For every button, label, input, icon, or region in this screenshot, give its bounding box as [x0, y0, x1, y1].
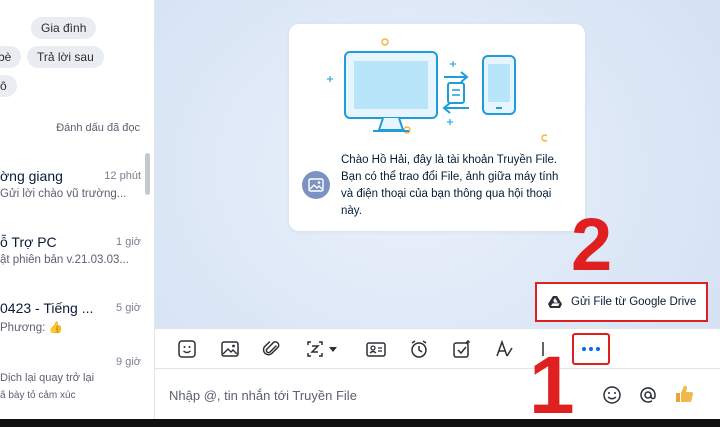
conversation-snippet: Phương: 👍 — [0, 322, 63, 334]
message-input-placeholder[interactable]: Nhập @, tin nhắn tới Truyền File — [169, 388, 357, 403]
conversation-name: ờng giang — [0, 168, 63, 184]
annotation-step-2: 2 — [571, 203, 613, 286]
conversation-name: ỗ Trợ PC — [0, 234, 57, 250]
welcome-message: Chào Hồ Hải, đây là tài khoản Truyền Fil… — [341, 154, 559, 217]
tag-other[interactable]: ô — [0, 75, 17, 97]
composer-toolbar — [155, 328, 720, 369]
more-dot-icon — [589, 347, 593, 351]
tag-family[interactable]: Gia đình — [31, 17, 97, 39]
attach-icon[interactable] — [261, 338, 283, 360]
tag-reply-later[interactable]: Trả lời sau — [27, 46, 104, 68]
image-icon[interactable] — [219, 338, 241, 360]
screenshot-icon[interactable] — [305, 338, 343, 360]
conversation-name: 0423 - Tiếng ... — [0, 300, 94, 316]
conversation-sidebar: Gia đình bè Trả lời sau ô Đánh dấu đã đọ… — [0, 0, 155, 427]
conversation-snippet: ật phiên bản v.21.03.03... — [0, 254, 129, 266]
sticker-icon[interactable] — [176, 338, 198, 360]
conversation-snippet: Gửi lời chào vũ trường... — [0, 188, 127, 200]
conversation-time: 9 giờ — [116, 356, 141, 368]
tag-friends[interactable]: bè — [0, 46, 22, 68]
window-bottom-edge — [0, 419, 720, 427]
mark-all-read-link[interactable]: Đánh dấu đã đọc — [56, 122, 140, 134]
more-options-button[interactable] — [572, 333, 610, 365]
conversation-time: 1 giờ — [116, 236, 141, 248]
emoji-icon[interactable] — [602, 385, 622, 405]
task-icon[interactable] — [451, 338, 473, 360]
more-dot-icon — [596, 347, 600, 351]
send-google-drive-file-button[interactable]: Gửi File từ Google Drive — [535, 282, 708, 322]
conversation-item[interactable]: 0423 - Tiếng ... 5 giờ Phương: 👍 — [0, 300, 154, 360]
mention-icon[interactable] — [638, 385, 658, 405]
conversation-item[interactable]: 9 giờ Dịch lại quay trở lại ã bày tỏ cảm… — [0, 354, 154, 414]
conversation-snippet: ã bày tỏ cảm xúc — [0, 390, 76, 401]
file-transfer-illustration — [327, 38, 547, 142]
conversation-time: 12 phút — [104, 170, 141, 182]
message-input-bar[interactable]: Nhập @, tin nhắn tới Truyền File — [155, 369, 720, 419]
transfer-file-avatar — [302, 171, 330, 199]
conversation-item[interactable]: ỗ Trợ PC 1 giờ ật phiên bản v.21.03.03..… — [0, 234, 154, 294]
annotation-step-1: 1 — [529, 340, 575, 427]
image-icon — [308, 178, 324, 192]
contact-card-icon[interactable] — [365, 338, 387, 360]
google-drive-icon — [548, 296, 562, 308]
conversation-time: 5 giờ — [116, 302, 141, 314]
sidebar-scrollbar[interactable] — [145, 153, 150, 195]
welcome-card: Chào Hồ Hải, đây là tài khoản Truyền Fil… — [289, 24, 585, 231]
thumbs-up-icon[interactable] — [673, 383, 695, 405]
conversation-item[interactable]: ờng giang 12 phút Gửi lời chào vũ trường… — [0, 168, 154, 228]
drive-button-label: Gửi File từ Google Drive — [571, 296, 697, 308]
text-format-icon[interactable] — [493, 338, 515, 360]
conversation-snippet: Dịch lại quay trở lại — [0, 372, 95, 384]
chat-area: Chào Hồ Hải, đây là tài khoản Truyền Fil… — [155, 0, 720, 427]
more-dot-icon — [582, 347, 586, 351]
reminder-clock-icon[interactable] — [408, 338, 430, 360]
